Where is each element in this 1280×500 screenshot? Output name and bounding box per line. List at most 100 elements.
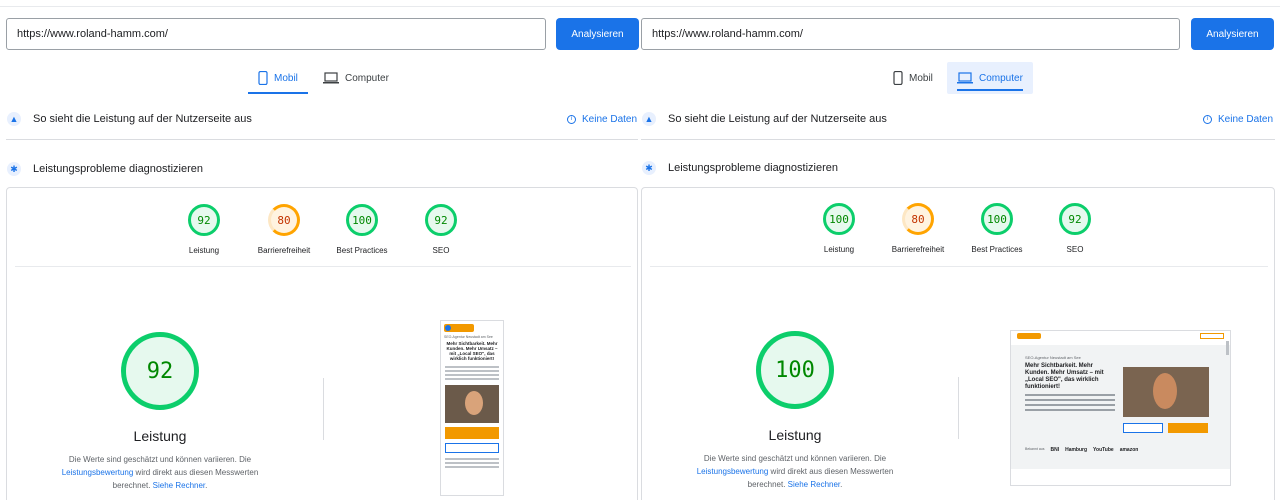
- no-data-label: Keine Daten: [582, 113, 638, 125]
- score-label: Barrierefreiheit: [257, 246, 311, 255]
- mobile-screenshot: SEO-Agentur Neustadt am See Mehr Sichtba…: [440, 320, 504, 496]
- card-divider: [15, 266, 631, 267]
- field-data-title: So sieht die Leistung auf der Nutzerseit…: [668, 113, 887, 125]
- card-divider: [650, 266, 1268, 267]
- tab-computer[interactable]: Computer: [313, 62, 399, 94]
- score-ring: 100: [346, 204, 378, 236]
- score-gauge-performance[interactable]: 92 Leistung: [172, 204, 236, 255]
- performance-score-link[interactable]: Leistungsbewertung: [62, 468, 134, 477]
- tab-mobile[interactable]: Mobil: [248, 62, 308, 94]
- info-icon: i: [567, 114, 576, 124]
- divider: [641, 139, 1275, 140]
- users-icon: ▲: [642, 112, 656, 126]
- score-ring: 100: [823, 203, 855, 235]
- tab-label: Computer: [345, 72, 389, 84]
- score-label: Best Practices: [336, 246, 388, 255]
- score-label: Best Practices: [971, 245, 1023, 254]
- lab-icon: ✱: [642, 161, 656, 175]
- screenshot-text: [1025, 394, 1115, 411]
- desc-text: Die Werte sind geschätzt und können vari…: [68, 455, 252, 464]
- field-data-title: So sieht die Leistung auf der Nutzerseit…: [33, 113, 252, 125]
- screenshot-cta-orange: [445, 427, 499, 439]
- desc-text: Die Werte sind geschätzt und können vari…: [703, 454, 887, 463]
- score-ring: 80: [268, 204, 300, 236]
- desc-text: .: [840, 480, 843, 489]
- analyze-button[interactable]: Analysieren: [1191, 18, 1274, 50]
- main-score-label: Leistung: [768, 427, 822, 443]
- screenshot-logos: Bekannt aus BNI Hamburg YouTube amazon: [1025, 447, 1138, 453]
- score-gauge-accessibility[interactable]: 80 Barrierefreiheit: [252, 204, 316, 255]
- diagnose-section: ✱ Leistungsprobleme diagnostizieren: [7, 157, 203, 181]
- vertical-divider: [323, 378, 324, 440]
- screenshot-subtitle: SEO-Agentur Neustadt am See: [1025, 355, 1081, 360]
- tab-mobile[interactable]: Mobil: [883, 62, 943, 94]
- score-ring: 100: [981, 203, 1013, 235]
- vertical-divider: [958, 377, 959, 439]
- screenshot-hero-text: SEO-Agentur Neustadt am See Mehr Sichtba…: [1025, 355, 1115, 414]
- site-logo: [1017, 333, 1041, 339]
- score-label: SEO: [1066, 245, 1084, 254]
- screenshot-headline: Mehr Sichtbarkeit. Mehr Kunden. Mehr Ums…: [446, 341, 498, 361]
- score-ring: 92: [188, 204, 220, 236]
- screenshot-text: [441, 455, 503, 471]
- main-score-label: Leistung: [133, 428, 187, 444]
- smartphone-icon: [258, 71, 268, 85]
- url-input[interactable]: [6, 18, 546, 50]
- score-ring: 92: [425, 204, 457, 236]
- logo-amazon: amazon: [1119, 447, 1139, 453]
- main-score-gauge: 100: [756, 331, 834, 409]
- right-panel-desktop: Analysieren Mobil Computer ▲ So sieht di…: [635, 0, 1275, 500]
- tab-computer[interactable]: Computer: [947, 62, 1033, 94]
- users-icon: ▲: [7, 112, 21, 126]
- calculator-link[interactable]: Siehe Rechner: [153, 481, 205, 490]
- score-gauge-seo[interactable]: 92 SEO: [1043, 203, 1107, 254]
- screenshot-photo: [1123, 367, 1209, 417]
- tab-label: Mobil: [274, 72, 298, 84]
- calculator-link[interactable]: Siehe Rechner: [788, 480, 840, 489]
- analyze-button[interactable]: Analysieren: [556, 18, 639, 50]
- tab-label: Computer: [979, 72, 1023, 84]
- main-score-gauge: 92: [121, 332, 199, 410]
- tab-label: Mobil: [909, 72, 933, 84]
- score-label: Leistung: [188, 246, 220, 255]
- score-gauge-accessibility[interactable]: 80 Barrierefreiheit: [886, 203, 950, 254]
- diagnose-title: Leistungsprobleme diagnostizieren: [668, 162, 838, 174]
- screenshot-headline: Mehr Sichtbarkeit. Mehr Kunden. Mehr Ums…: [1025, 363, 1104, 390]
- report-card: 92 Leistung 80 Barrierefreiheit 100 Best…: [6, 187, 638, 500]
- divider: [6, 139, 638, 140]
- laptop-icon: [957, 72, 973, 84]
- report-card: 100 Leistung 80 Barrierefreiheit 100 Bes…: [641, 187, 1275, 500]
- no-data-label: Keine Daten: [1218, 113, 1274, 125]
- desc-text: .: [205, 481, 208, 490]
- field-data-section: ▲ So sieht die Leistung auf der Nutzerse…: [642, 107, 887, 131]
- lab-icon: ✱: [7, 162, 21, 176]
- score-ring: 92: [1059, 203, 1091, 235]
- screenshot-cta-orange: [1168, 423, 1208, 433]
- laptop-icon: [323, 72, 339, 84]
- score-gauge-seo[interactable]: 92 SEO: [409, 204, 473, 255]
- screenshot-cta-blue: [445, 443, 499, 453]
- no-data-link[interactable]: i Keine Daten: [567, 107, 637, 131]
- logo-youtube: YouTube: [1093, 447, 1114, 453]
- desktop-screenshot: SEO-Agentur Neustadt am See Mehr Sichtba…: [1010, 330, 1231, 486]
- score-label: Leistung: [823, 245, 855, 254]
- screenshot-cta-blue: [1123, 423, 1163, 433]
- logo-bni: BNI: [1050, 447, 1060, 453]
- screenshot-photo: [445, 385, 499, 423]
- site-logo: [444, 324, 474, 332]
- score-gauge-performance[interactable]: 100 Leistung: [807, 203, 871, 254]
- info-icon: i: [1203, 114, 1212, 124]
- field-data-section: ▲ So sieht die Leistung auf der Nutzerse…: [7, 107, 252, 131]
- score-label: Barrierefreiheit: [891, 245, 945, 254]
- screenshot-scrollbar: [1226, 341, 1229, 355]
- score-gauge-best-practices[interactable]: 100 Best Practices: [330, 204, 394, 255]
- score-gauge-best-practices[interactable]: 100 Best Practices: [965, 203, 1029, 254]
- diagnose-section: ✱ Leistungsprobleme diagnostizieren: [642, 156, 838, 180]
- performance-score-link[interactable]: Leistungsbewertung: [697, 467, 769, 476]
- score-description: Die Werte sind geschätzt und können vari…: [50, 453, 270, 492]
- score-ring: 80: [902, 203, 934, 235]
- no-data-link[interactable]: i Keine Daten: [1203, 107, 1273, 131]
- logo-hamburg: Hamburg: [1065, 447, 1088, 453]
- diagnose-title: Leistungsprobleme diagnostizieren: [33, 163, 203, 175]
- url-input[interactable]: [641, 18, 1180, 50]
